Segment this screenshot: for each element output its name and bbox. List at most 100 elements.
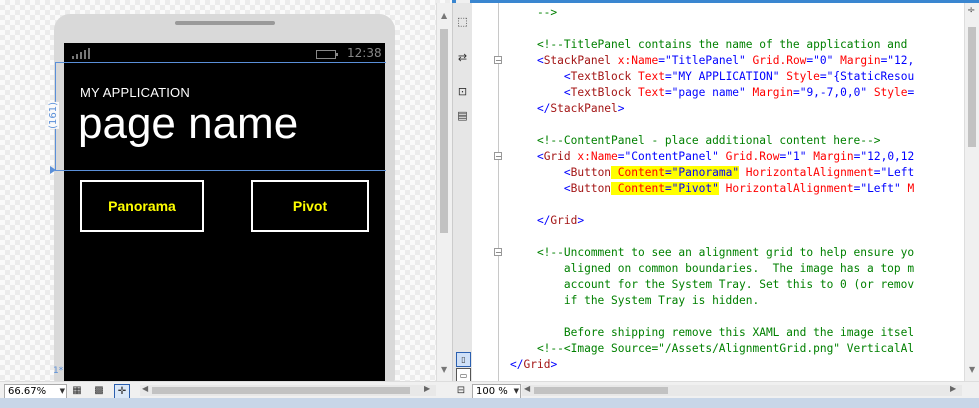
split-handle-icon[interactable]: ÷	[967, 5, 975, 16]
scroll-right-icon[interactable]: ▶	[424, 384, 430, 393]
code-token: x:Name	[611, 54, 659, 67]
editor-horizontal-scrollbar[interactable]: ◀ ▶	[522, 384, 962, 396]
row-height-label[interactable]: (161)	[48, 102, 59, 129]
snap-snaplines-icon[interactable]: ✛	[114, 384, 130, 399]
collapse-icon[interactable]: −	[494, 56, 502, 65]
collapse-pane-icon[interactable]: ⊟	[454, 384, 468, 397]
page-title[interactable]: page name	[78, 99, 298, 149]
code-line[interactable]: account for the System Tray. Set this to…	[510, 277, 914, 293]
code-line[interactable]: </StackPanel>	[510, 101, 914, 117]
code-line[interactable]: <Button Content="Panorama" HorizontalAli…	[510, 165, 914, 181]
designer-zoom-value: 66.67%	[8, 386, 47, 397]
code-line[interactable]	[510, 197, 914, 213]
code-line[interactable]: <TextBlock Text="page name" Margin="9,-7…	[510, 85, 914, 101]
snap-gridlines-icon[interactable]: ▩	[92, 384, 106, 397]
scroll-down-icon[interactable]: ▼	[441, 365, 447, 374]
code-token: Panorama	[678, 166, 733, 179]
scroll-thumb[interactable]	[534, 387, 668, 394]
code-token: page name	[678, 86, 740, 99]
editor-vertical-scrollbar[interactable]: ÷ ▼	[964, 3, 979, 381]
code-token: HorizontalAlignment	[739, 166, 874, 179]
code-token: Margin	[833, 54, 881, 67]
scroll-thumb[interactable]	[440, 29, 448, 233]
status-strip	[0, 398, 979, 408]
scroll-right-icon[interactable]: ▶	[950, 384, 956, 393]
code-token: M	[900, 182, 915, 195]
chevron-down-icon[interactable]: ▼	[60, 385, 65, 398]
code-token: Text	[631, 86, 665, 99]
code-line[interactable]: Before shipping remove this XAML and the…	[510, 325, 914, 341]
xaml-editor[interactable]: − − − --> <!--TitlePanel contains the na…	[472, 3, 964, 381]
code-token: MY APPLICATION	[678, 70, 773, 83]
collapse-pane-icon[interactable]: ▤	[456, 109, 469, 122]
code-line[interactable]: <!--ContentPanel - place additional cont…	[510, 133, 914, 149]
code-line[interactable]: <Button Content="Pivot" HorizontalAlignm…	[510, 181, 914, 197]
star-row-label[interactable]: 1*	[53, 366, 63, 376]
code-token: </	[510, 214, 551, 227]
scroll-left-icon[interactable]: ◀	[524, 384, 530, 393]
scroll-thumb[interactable]	[152, 387, 410, 394]
row-guide-bottom	[55, 170, 386, 171]
designer-horizontal-scrollbar[interactable]: ◀ ▶	[140, 384, 436, 396]
scroll-thumb[interactable]	[968, 27, 976, 147]
code-line[interactable]	[510, 117, 914, 133]
chevron-down-icon[interactable]: ▼	[514, 385, 519, 398]
code-line[interactable]: -->	[510, 5, 914, 21]
battery-icon	[316, 50, 338, 59]
code-token: >	[617, 102, 625, 115]
signal-icon	[72, 47, 92, 59]
code-token: <!--ContentPanel - place additional cont…	[510, 134, 881, 147]
code-line[interactable]: aligned on common boundaries. The image …	[510, 261, 914, 277]
application-title[interactable]: MY APPLICATION	[80, 85, 190, 100]
code-line[interactable]: <!--<Image Source="/Assets/AlignmentGrid…	[510, 341, 914, 357]
code-token: ="	[792, 86, 807, 99]
code-line[interactable]: <Grid x:Name="ContentPanel" Grid.Row="1"…	[510, 149, 914, 165]
code-line[interactable]: <!--TitlePanel contains the name of the …	[510, 37, 914, 53]
code-line[interactable]: <!--Uncomment to see an alignment grid t…	[510, 245, 914, 261]
code-token: ="	[853, 182, 868, 195]
collapse-icon[interactable]: −	[494, 248, 502, 257]
code-token: StackPanel	[543, 54, 612, 67]
pivot-button[interactable]: Pivot	[251, 180, 369, 232]
code-line[interactable]: <StackPanel x:Name="TitlePanel" Grid.Row…	[510, 53, 914, 69]
scroll-left-icon[interactable]: ◀	[142, 384, 148, 393]
code-line[interactable]: </Grid>	[510, 357, 914, 373]
code-token: Style	[779, 70, 820, 83]
code-token: <	[510, 70, 571, 83]
code-line[interactable]	[510, 229, 914, 245]
phone-screen[interactable]: 12:38 MY APPLICATION page name Panorama …	[64, 43, 385, 381]
code-token: ="	[853, 150, 868, 163]
code-token: 9,-7,0,0	[806, 86, 861, 99]
code-text[interactable]: --> <!--TitlePanel contains the name of …	[510, 5, 914, 373]
panorama-button[interactable]: Panorama	[80, 180, 204, 232]
code-line[interactable]: if the System Tray is hidden.	[510, 293, 914, 309]
design-surface[interactable]: 12:38 MY APPLICATION page name Panorama …	[0, 0, 452, 381]
phone-frame: 12:38 MY APPLICATION page name Panorama …	[54, 14, 395, 381]
code-token: Button	[570, 182, 612, 195]
designer-vertical-scrollbar[interactable]: ▲ ▼	[436, 3, 452, 381]
expand-pane-icon[interactable]: ⊡	[456, 85, 469, 98]
swap-panes-icon[interactable]: ⇄	[456, 51, 469, 64]
code-line[interactable]: <TextBlock Text="MY APPLICATION" Style="…	[510, 69, 914, 85]
code-token: Grid	[550, 214, 578, 227]
code-line[interactable]	[510, 309, 914, 325]
code-token: >	[550, 358, 558, 371]
collapse-icon[interactable]: −	[494, 152, 502, 161]
row-anchor-icon[interactable]	[50, 166, 56, 174]
pointer-icon[interactable]: ⬚	[456, 15, 469, 28]
code-token: </	[510, 358, 524, 371]
scroll-down-icon[interactable]: ▼	[969, 365, 975, 374]
grid-toggle-icon[interactable]: ▦	[70, 384, 84, 397]
code-line[interactable]: </Grid>	[510, 213, 914, 229]
code-token: ContentPanel	[631, 150, 713, 163]
code-token: 1	[792, 150, 800, 163]
scroll-up-icon[interactable]: ▲	[441, 11, 447, 20]
designer-zoom-select[interactable]: 66.67% ▼	[4, 384, 67, 399]
code-token: x:Name	[570, 150, 618, 163]
editor-zoom-select[interactable]: 100 % ▼	[472, 384, 521, 399]
vertical-split-icon[interactable]: ▯	[456, 352, 471, 367]
code-token: =	[907, 86, 915, 99]
code-line[interactable]	[510, 21, 914, 37]
code-token: {StaticResou	[833, 70, 915, 83]
code-token: Grid	[543, 150, 571, 163]
